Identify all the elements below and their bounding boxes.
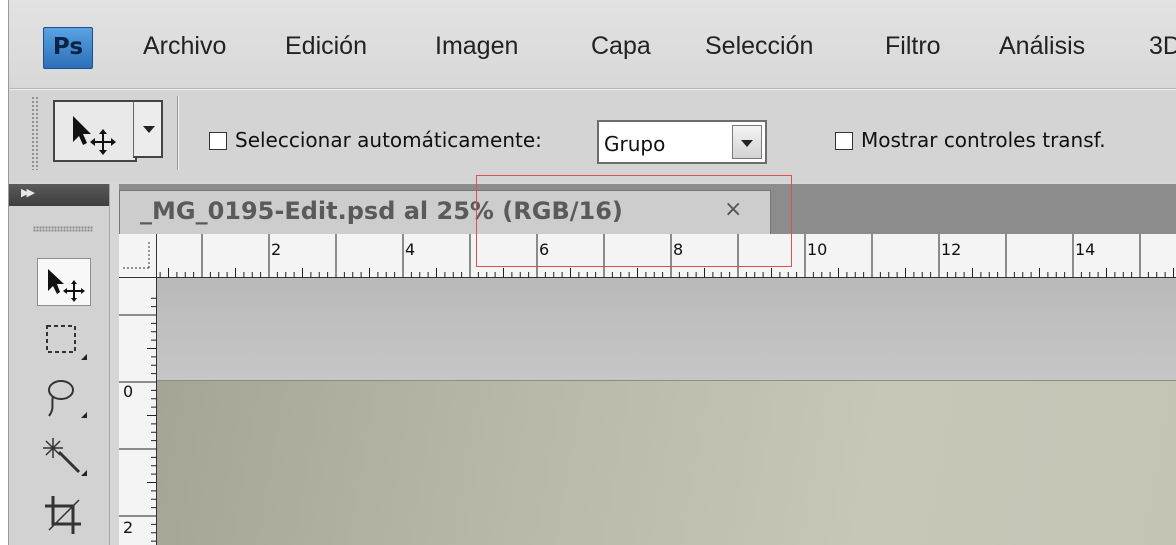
- menu-imagen[interactable]: Imagen: [435, 32, 518, 61]
- ruler-origin[interactable]: [119, 234, 157, 278]
- lasso-tool-button[interactable]: [37, 374, 91, 422]
- chevron-down-icon: [741, 140, 753, 147]
- hruler-label-12: 12: [941, 240, 962, 259]
- move-tool-button[interactable]: [37, 258, 91, 306]
- tool-preset-picker[interactable]: [53, 100, 137, 162]
- auto-select-label: Seleccionar automáticamente:: [235, 128, 542, 152]
- auto-select-target-select[interactable]: Grupo: [597, 120, 767, 164]
- chevron-down-icon: [143, 126, 155, 133]
- crop-tool-button[interactable]: [37, 490, 91, 538]
- tool-preset-dropdown-button[interactable]: [133, 100, 163, 158]
- document-tab[interactable]: _MG_0195-Edit.psd al 25% (RGB/16) ×: [119, 190, 771, 235]
- horizontal-ruler-ticks: [159, 234, 1174, 278]
- horizontal-ruler[interactable]: 2 4 6 8 10 12 14: [157, 234, 1176, 278]
- options-bar: Seleccionar automáticamente: Grupo Mostr…: [9, 89, 1176, 182]
- lasso-icon: [48, 380, 87, 418]
- magic-wand-icon: [43, 438, 87, 476]
- move-tool-icon: [48, 269, 85, 302]
- menu-analisis[interactable]: Análisis: [999, 32, 1085, 61]
- menu-seleccion[interactable]: Selección: [705, 32, 813, 61]
- canvas-image[interactable]: [157, 380, 1176, 545]
- show-transform-controls-label: Mostrar controles transf.: [861, 128, 1106, 152]
- options-divider: [177, 96, 178, 170]
- hruler-label-8: 8: [673, 240, 684, 259]
- vruler-label-0: 0: [123, 382, 134, 401]
- menu-archivo[interactable]: Archivo: [143, 32, 226, 61]
- auto-select-checkbox[interactable]: [209, 132, 227, 150]
- hruler-label-14: 14: [1075, 240, 1096, 259]
- menu-bar: Ps Archivo Edición Imagen Capa Selección…: [9, 0, 1176, 89]
- document-tab-title: _MG_0195-Edit.psd al 25% (RGB/16): [140, 197, 623, 225]
- rectangular-marquee-icon: [46, 325, 87, 360]
- hruler-label-6: 6: [539, 240, 550, 259]
- options-bar-grip[interactable]: [31, 96, 39, 170]
- ruler-origin-marker: [123, 242, 150, 269]
- document-tab-bar: _MG_0195-Edit.psd al 25% (RGB/16) ×: [119, 184, 1176, 235]
- auto-select-target-value: Grupo: [604, 132, 666, 156]
- rectangular-marquee-tool-button[interactable]: [37, 316, 91, 364]
- hruler-label-2: 2: [271, 240, 282, 259]
- menu-filtro[interactable]: Filtro: [885, 32, 941, 61]
- photoshop-window: Ps Archivo Edición Imagen Capa Selección…: [8, 0, 1176, 545]
- menu-capa[interactable]: Capa: [591, 32, 651, 61]
- canvas-pasteboard[interactable]: [157, 278, 1176, 380]
- tools-panel: ▶▶: [9, 184, 110, 545]
- magic-wand-tool-button[interactable]: [37, 432, 91, 480]
- hruler-label-10: 10: [807, 240, 828, 259]
- tools-panel-grip[interactable]: [33, 226, 93, 232]
- show-transform-controls-checkbox[interactable]: [835, 132, 853, 150]
- hruler-label-4: 4: [405, 240, 416, 259]
- vertical-ruler[interactable]: 0 2: [119, 278, 157, 545]
- move-tool-icon: [73, 116, 116, 155]
- close-icon[interactable]: ×: [724, 197, 742, 222]
- document-area: 2 4 6 8 10 12 14 0 2: [119, 234, 1176, 545]
- menu-3d[interactable]: 3D: [1149, 32, 1176, 61]
- select-dropdown-button[interactable]: [732, 125, 762, 159]
- vruler-label-2: 2: [123, 518, 134, 537]
- vertical-ruler-ticks: [119, 297, 157, 542]
- tools-panel-header[interactable]: ▶▶: [9, 184, 109, 206]
- crop-icon: [45, 496, 81, 534]
- photoshop-logo[interactable]: Ps: [43, 27, 93, 69]
- collapse-panel-icon[interactable]: ▶▶: [21, 186, 35, 199]
- menu-edicion[interactable]: Edición: [285, 32, 367, 61]
